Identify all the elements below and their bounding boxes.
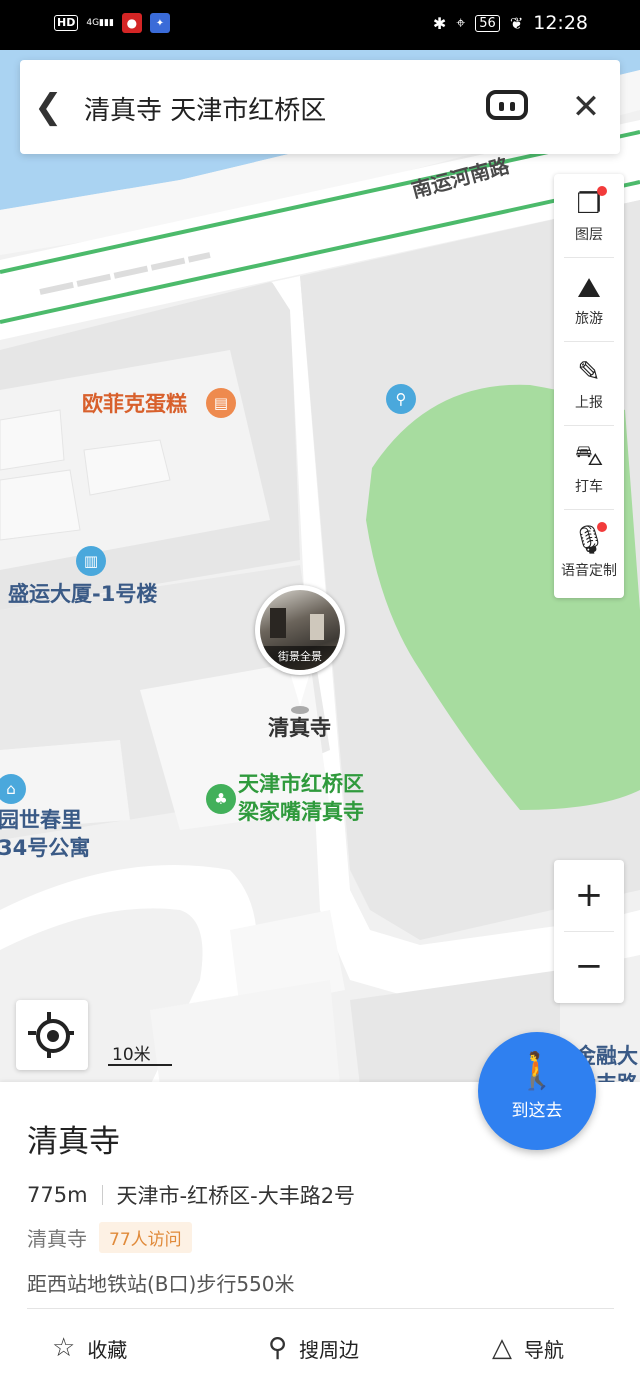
- place-address: 天津市-红桥区-大丰路2号: [116, 1184, 356, 1208]
- divider: [101, 1185, 103, 1205]
- street-view-photo: 街景全景: [260, 590, 340, 670]
- mosque-label-line2: 梁家嘴清真寺: [238, 800, 364, 824]
- navigate-label: 导航: [524, 1337, 564, 1362]
- go-here-label: 到这去: [511, 1101, 563, 1121]
- shengyun-building-label[interactable]: 盛运大厦-1号楼: [8, 578, 157, 608]
- cake-shop-label[interactable]: 欧菲克蛋糕: [82, 388, 187, 418]
- transit-info: 距西站地铁站(B口)步行550米: [27, 1272, 295, 1296]
- navigation-arrow-icon: △: [492, 1333, 512, 1363]
- search-nearby-label: 搜周边: [299, 1337, 360, 1362]
- mosque-poi-icon[interactable]: ♣: [206, 784, 236, 814]
- tool-layers-label: 图层: [575, 227, 603, 243]
- power-saving-icon: ❦: [509, 13, 524, 33]
- shichun-label[interactable]: 园世春里 34号公寓: [0, 806, 90, 862]
- tool-taxi[interactable]: ⛍ 打车: [554, 426, 624, 510]
- location-pin-icon: ⚲: [268, 1333, 288, 1363]
- go-here-button[interactable]: 🚶 到这去: [478, 1032, 596, 1150]
- navigate-button[interactable]: △ 导航: [492, 1318, 564, 1378]
- shichun-label-line2: 34号公寓: [0, 836, 91, 860]
- travel-icon: ⛰: [577, 271, 601, 304]
- divider: [27, 1308, 614, 1309]
- tool-travel[interactable]: ⛰ 旅游: [554, 258, 624, 342]
- building-south-2: [150, 980, 340, 1086]
- tool-report-label: 上报: [575, 395, 603, 411]
- location-status-icon: ⌖: [456, 13, 466, 32]
- tool-taxi-label: 打车: [575, 479, 603, 495]
- building-part-1: [0, 409, 65, 471]
- street-view-label: 街景全景: [260, 646, 340, 670]
- walking-person-icon: 🚶: [514, 1051, 560, 1092]
- locate-me-button[interactable]: [16, 1000, 88, 1070]
- favorite-label: 收藏: [87, 1337, 128, 1362]
- back-arrow-icon[interactable]: ❮: [34, 84, 74, 130]
- street-view-pin[interactable]: 街景全景: [255, 585, 345, 675]
- search-bar: ❮ 清真寺 天津市红桥区 ✕: [20, 60, 620, 154]
- app-notification-icon: ✦: [149, 13, 170, 33]
- search-query[interactable]: 清真寺 天津市红桥区: [84, 90, 326, 127]
- zoom-out-button[interactable]: −: [554, 931, 624, 1002]
- hd-indicator: HD: [54, 15, 79, 31]
- place-distance: 775m: [27, 1183, 88, 1207]
- place-meta-row: 清真寺 77人访问: [27, 1222, 192, 1253]
- bluetooth-icon: ✱: [432, 13, 447, 33]
- tool-voice[interactable]: 🎙 语音定制: [554, 510, 624, 594]
- battery-indicator: 56: [475, 14, 500, 32]
- signal-icon: 4G▮▮▮: [86, 18, 114, 28]
- star-icon: ☆: [52, 1333, 76, 1363]
- visits-badge: 77人访问: [99, 1222, 192, 1253]
- place-name: 清真寺: [27, 1124, 120, 1160]
- office-building-poi-icon[interactable]: ▥: [76, 546, 106, 576]
- map-tools-panel: ❐ 图层 ⛰ 旅游 ✎ 上报 ⛍ 打车 🎙 语音定制: [554, 174, 624, 598]
- mosque-label[interactable]: 天津市红桥区 梁家嘴清真寺: [238, 770, 364, 826]
- crosshair-icon: [36, 1019, 70, 1053]
- notification-dot: [597, 522, 607, 532]
- clock: 12:28: [533, 12, 588, 34]
- cake-poi-icon[interactable]: ▤: [206, 388, 236, 418]
- mic-icon: 🎙: [571, 522, 607, 556]
- notification-dot: [597, 186, 607, 196]
- tool-layers[interactable]: ❐ 图层: [554, 174, 624, 258]
- tool-travel-label: 旅游: [575, 311, 603, 327]
- layers-icon: ❐: [569, 186, 609, 222]
- map-scale: 10米: [108, 1040, 172, 1066]
- place-category: 清真寺: [27, 1227, 87, 1251]
- building-part-3: [0, 469, 81, 541]
- report-icon: ✎: [577, 355, 601, 388]
- zoom-in-button[interactable]: +: [554, 860, 624, 931]
- taxi-icon: ⛍: [574, 439, 604, 472]
- microphone-notification-icon: ●: [121, 13, 142, 33]
- tool-report[interactable]: ✎ 上报: [554, 342, 624, 426]
- selected-place-label[interactable]: 清真寺: [268, 712, 331, 742]
- shichun-label-line1: 园世春里: [0, 808, 82, 832]
- search-nearby-button[interactable]: ⚲ 搜周边: [268, 1318, 359, 1378]
- close-icon[interactable]: ✕: [566, 84, 606, 130]
- voice-assistant-icon[interactable]: [486, 90, 528, 120]
- network-type: 4G: [86, 18, 100, 28]
- place-info-row: 775m 天津市-红桥区-大丰路2号: [27, 1180, 355, 1210]
- favorite-button[interactable]: ☆ 收藏: [52, 1318, 127, 1378]
- status-bar: HD 4G▮▮▮ ● ✦ ✱ ⌖ 56 ❦ 12:28: [0, 0, 640, 50]
- zoom-control: + −: [554, 860, 624, 1003]
- action-bar: ☆ 收藏 ⚲ 搜周边 △ 导航: [0, 1318, 640, 1378]
- tool-voice-label: 语音定制: [561, 563, 617, 579]
- toilet-poi-icon[interactable]: ⚲: [386, 384, 416, 414]
- mosque-label-line1: 天津市红桥区: [238, 772, 364, 796]
